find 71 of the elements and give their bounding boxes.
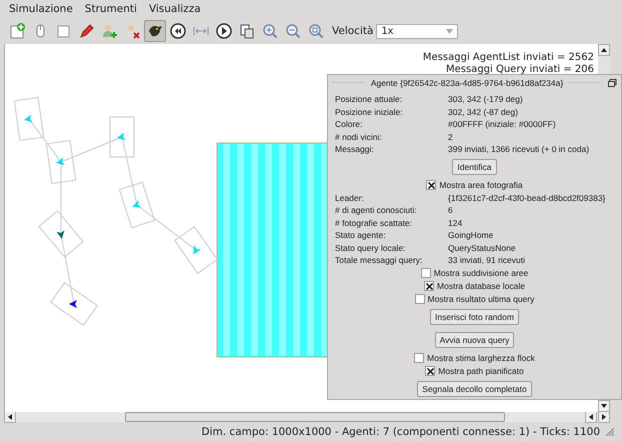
option-checkbox[interactable]: Mostra path pianificato <box>425 364 524 378</box>
float-icon[interactable] <box>608 78 617 86</box>
field-value: 124 <box>448 218 462 228</box>
size-grip-icon <box>606 428 614 436</box>
cross-icon <box>426 368 434 374</box>
play-icon <box>215 22 233 40</box>
action-button[interactable]: Segnala decollo completato <box>417 380 532 396</box>
scroll-right-icon[interactable] <box>598 411 610 423</box>
cross-icon <box>426 282 433 290</box>
scroll-left-icon[interactable] <box>4 411 16 423</box>
option-checkbox[interactable]: Mostra stima larghezza flock <box>414 352 535 364</box>
option-checkbox[interactable]: Mostra suddivisione aree <box>420 266 528 280</box>
scrollbar-thumb[interactable] <box>125 412 505 422</box>
status-text: Dim. campo: 1000x1000 - Agenti: 7 (componenti connesse: 1) - Ticks: 1100 <box>202 426 600 438</box>
agent-marker[interactable] <box>110 116 134 158</box>
field-value: #00FFFF (iniziale: #0000FF) <box>448 119 556 130</box>
copy-icon <box>238 22 256 40</box>
field-label: Stato agente: <box>335 230 387 240</box>
field-value: GoingHome <box>448 230 494 240</box>
field-label: Totale messaggi query: <box>335 255 424 266</box>
overlay-text: Messaggi Query inviati = 206 <box>446 64 594 76</box>
field-value: 303, 342 (-179 deg) <box>448 94 523 104</box>
option-checkbox[interactable]: Mostra area fotografia <box>426 178 523 192</box>
agent-marker[interactable] <box>14 96 44 142</box>
caret-icon <box>446 28 454 34</box>
field-value: {1f3261c7-d2cf-43f0-bead-d8bcd2f09383} <box>448 192 606 203</box>
speed-label: Velocità <box>332 25 374 37</box>
field-value: 33 inviati, 91 ricevuti <box>448 255 526 266</box>
panel-title: Agente {9f26542c-823a-4d85-9764-b961d8af234a} <box>370 78 564 88</box>
speed-dropdown[interactable]: 1x <box>376 24 458 38</box>
field-value: QueryStatusNone <box>448 242 516 253</box>
menu-item[interactable]: Strumenti <box>84 3 137 15</box>
field-label: Posizione attuale: <box>335 94 404 104</box>
option-checkbox[interactable]: Mostra database locale <box>424 280 525 292</box>
person-remove-icon <box>123 22 141 40</box>
new-document-icon <box>8 22 26 40</box>
menu-item[interactable]: Simulazione <box>9 3 73 15</box>
scroll-down-icon[interactable] <box>598 400 610 412</box>
field-label: # fotografie scattate: <box>335 218 414 228</box>
field-value: 399 inviati, 1366 ricevuti (+ 0 in coda) <box>448 144 590 154</box>
pencil-icon <box>77 22 95 40</box>
overlay-text: Messaggi AgentList inviati = 2562 <box>422 52 594 64</box>
agent-marker[interactable] <box>118 182 156 228</box>
field-label: # di agenti conosciuti: <box>335 205 418 216</box>
agent-marker[interactable] <box>46 140 76 184</box>
field-label: Colore: <box>335 119 364 130</box>
toolbar-button[interactable] <box>144 20 166 42</box>
action-button[interactable]: Inserisci foto random <box>430 308 519 324</box>
agent-marker[interactable] <box>38 210 84 258</box>
field-label: Leader: <box>335 192 365 203</box>
option-checkbox[interactable]: Mostra risultato ultima query <box>414 292 534 306</box>
scroll-left-icon[interactable] <box>585 411 597 423</box>
person-add-icon <box>100 22 118 40</box>
scroll-up-icon[interactable] <box>598 44 610 56</box>
field-value: 6 <box>448 205 453 216</box>
zoom-fit-icon <box>307 22 325 40</box>
field-value: 302, 342 (-87 deg) <box>448 106 518 117</box>
agent-marker[interactable] <box>50 282 98 326</box>
zoom-in-icon <box>261 22 279 40</box>
cross-icon <box>428 182 435 188</box>
field-label: Messaggi: <box>335 144 375 154</box>
rewind-icon <box>169 22 187 40</box>
zoom-out-icon <box>284 22 302 40</box>
agent-marker[interactable] <box>174 226 218 274</box>
action-button[interactable]: Avvia nuova query <box>434 332 514 348</box>
field-value: 2 <box>448 132 453 142</box>
field-label: # nodi vicini: <box>335 132 383 142</box>
field-label: Posizione iniziale: <box>335 106 404 117</box>
field-label: Stato query locale: <box>335 242 406 253</box>
menu-item[interactable]: Visualizza <box>148 3 201 15</box>
action-button[interactable]: Identifica <box>452 158 497 174</box>
